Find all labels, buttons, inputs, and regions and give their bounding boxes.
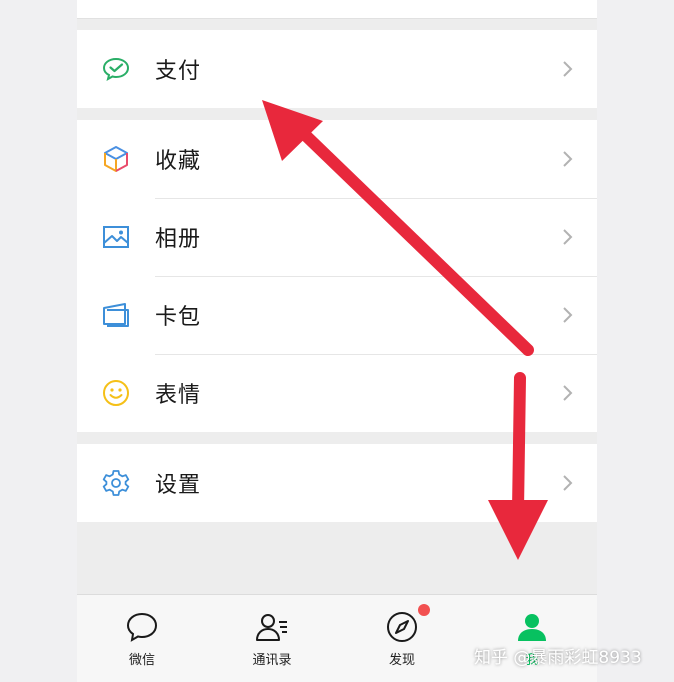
menu-item-settings[interactable]: 设置 [77, 444, 597, 522]
chevron-right-icon [561, 305, 575, 325]
cube-icon [101, 144, 131, 174]
menu-item-pay[interactable]: 支付 [77, 30, 597, 108]
menu-label-cards: 卡包 [155, 305, 202, 330]
contacts-icon [256, 614, 287, 641]
menu-label-album: 相册 [155, 227, 202, 252]
bottom-tab-bar: 微信 通讯录 发现 我 [77, 594, 597, 682]
image-icon [101, 222, 131, 252]
chevron-right-icon [561, 149, 575, 169]
chevron-right-icon [561, 383, 575, 403]
menu-item-album[interactable]: 相册 [77, 198, 597, 276]
chat-bubble-icon [126, 612, 158, 642]
menu-label-settings: 设置 [155, 473, 202, 498]
tab-label-contacts: 通讯录 [252, 653, 292, 668]
chevron-right-icon [561, 227, 575, 247]
gear-icon [101, 468, 131, 498]
chevron-right-icon [561, 59, 575, 79]
menu-label-pay: 支付 [155, 59, 202, 84]
menu-item-favorites[interactable]: 收藏 [77, 120, 597, 198]
tab-contacts[interactable]: 通讯录 [207, 595, 337, 682]
settings-group: 设置 [77, 444, 597, 522]
tab-discover[interactable]: 发现 [337, 595, 467, 682]
tab-me[interactable]: 我 [467, 595, 597, 682]
top-group-bottom [77, 0, 597, 19]
tab-chats[interactable]: 微信 [77, 595, 207, 682]
menu-item-stickers[interactable]: 表情 [77, 354, 597, 432]
main-group: 收藏 相册 卡包 表情 [77, 120, 597, 432]
card-icon [101, 300, 131, 330]
tab-label-chats: 微信 [128, 653, 155, 668]
person-icon [518, 614, 546, 641]
phone-screen: 支付 收藏 相册 卡包 表情 设置 微信 通讯录 发现 我 [77, 0, 597, 682]
menu-label-favorites: 收藏 [155, 149, 202, 174]
chevron-right-icon [561, 473, 575, 493]
notification-badge [418, 604, 430, 616]
wechat-pay-icon [101, 54, 131, 84]
menu-item-cards[interactable]: 卡包 [77, 276, 597, 354]
pay-group: 支付 [77, 30, 597, 108]
tab-label-discover: 发现 [388, 653, 415, 668]
menu-label-stickers: 表情 [155, 383, 202, 408]
watermark: 知乎 @暴雨彩虹8933 [474, 648, 642, 668]
compass-icon [387, 612, 417, 642]
smile-icon [101, 378, 131, 408]
